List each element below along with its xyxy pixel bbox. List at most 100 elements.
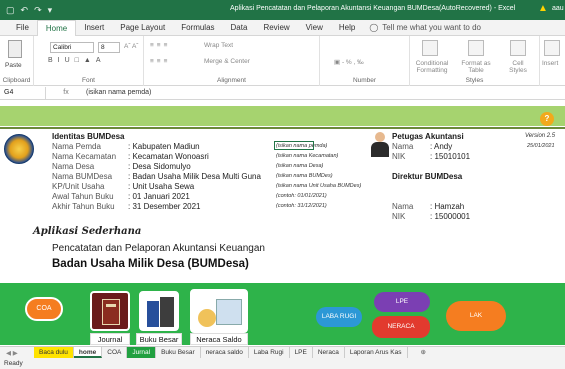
tell-me-text: Tell me what you want to do <box>382 23 481 32</box>
value-nama-kecamatan[interactable]: : Kecamatan Wonoasri <box>128 152 209 161</box>
align-top-icons[interactable]: ≡≡≡ <box>150 42 170 49</box>
neraca-saldo-label[interactable]: Neraca Saldo <box>190 333 248 345</box>
name-box[interactable]: G4 <box>0 86 46 99</box>
alignment-group: ≡≡≡ ≡≡≡ Wrap Text Merge & Center Alignme… <box>144 36 320 86</box>
sheet-tab-coa[interactable]: COA <box>102 347 128 358</box>
sheet-tab-laporan-arus-kas[interactable]: Laporan Arus Kas <box>345 347 408 358</box>
value-nama-desa[interactable]: : Desa Sidomulyo <box>128 162 191 171</box>
tab-help[interactable]: Help <box>331 20 363 36</box>
journal-book-icon <box>102 299 120 325</box>
hint-nama-bumdesa[interactable]: (isikan nama BUMDes) <box>276 173 333 179</box>
label-direktur-nama: Nama <box>392 202 414 211</box>
grow-font-icon[interactable]: Aˆ Aˇ <box>124 43 138 50</box>
sheet-tab-home[interactable]: home <box>73 347 103 358</box>
paste-label[interactable]: Paste <box>5 62 22 69</box>
align-left-icons[interactable]: ≡≡≡ <box>150 58 170 65</box>
format-as-table-label[interactable]: Format as Table <box>458 60 494 74</box>
help-button[interactable]: ? <box>540 112 554 126</box>
lak-button[interactable]: LAK <box>446 301 506 331</box>
hint-akhir-tahun[interactable]: (contoh: 31/12/2021) <box>276 203 327 209</box>
hint-nama-kecamatan[interactable]: (isikan nama Kecamatan) <box>276 153 338 159</box>
sheet-tab-jurnal[interactable]: Jurnal <box>127 347 157 358</box>
neraca-button[interactable]: NERACA <box>372 316 430 338</box>
tab-review[interactable]: Review <box>255 20 297 36</box>
redo-icon[interactable]: ↷ <box>34 5 42 16</box>
neraca-saldo-button[interactable] <box>190 289 248 333</box>
merge-center-button[interactable]: Merge & Center <box>204 58 250 65</box>
cell-styles-label[interactable]: Cell Styles <box>504 60 532 74</box>
sheet-tab-neraca[interactable]: Neraca <box>313 347 345 358</box>
bold-italic-underline-icons[interactable]: BIU□▲A <box>48 57 106 64</box>
insert-cells-icon[interactable] <box>544 40 560 56</box>
undo-icon[interactable]: ↶ <box>21 5 29 16</box>
tab-formulas[interactable]: Formulas <box>173 20 222 36</box>
hint-awal-tahun[interactable]: (contoh: 01/01/2021) <box>276 193 327 199</box>
number-format-icons[interactable]: ▣ - % , ‰ <box>334 58 364 66</box>
coa-button[interactable]: COA <box>25 297 63 321</box>
value-nama-bumdesa[interactable]: : Badan Usaha Milik Desa Multi Guna <box>128 172 261 181</box>
laba-rugi-button[interactable]: LABA RUGI <box>316 307 362 327</box>
lpe-button[interactable]: LPE <box>374 292 430 312</box>
value-petugas-nik[interactable]: : 15010101 <box>430 152 470 161</box>
styles-group: Conditional Formatting Format as Table C… <box>410 36 540 86</box>
value-direktur-nik[interactable]: : 15000001 <box>430 212 470 221</box>
ribbon: Paste Clipboard Calibri 8 Aˆ Aˇ BIU□▲A F… <box>0 36 565 86</box>
paste-icon[interactable] <box>8 40 22 58</box>
window-title: Aplikasi Pencatatan dan Pelaporan Akunta… <box>230 5 516 12</box>
conditional-formatting-label[interactable]: Conditional Formatting <box>412 60 452 74</box>
hint-unit-usaha[interactable]: (isikan nama Unit Usaha BUMDes) <box>276 183 361 189</box>
format-as-table-icon[interactable] <box>468 40 484 56</box>
identitas-heading: Identitas BUMDesa <box>52 132 125 141</box>
sheet-tab-neraca-saldo[interactable]: neraca saldo <box>201 347 249 358</box>
value-akhir-tahun[interactable]: : 31 Desember 2021 <box>128 202 201 211</box>
app-title: Aplikasi Sederhana <box>33 226 142 237</box>
sheet-tab-baca-dulu[interactable]: Baca dulu <box>34 347 74 358</box>
value-direktur-nama[interactable]: : Hamzah <box>430 202 464 211</box>
label-akhir-tahun: Akhir Tahun Buku <box>52 202 115 211</box>
sheet-scroll-arrows-icon[interactable]: ◀ ▶ <box>6 349 34 357</box>
sheet-tab-laba-rugi[interactable]: Laba Rugi <box>249 347 290 358</box>
conditional-formatting-icon[interactable] <box>422 40 438 56</box>
font-name-select[interactable]: Calibri <box>50 42 94 53</box>
tab-home[interactable]: Home <box>36 19 77 36</box>
value-awal-tahun[interactable]: : 01 Januari 2021 <box>128 192 190 201</box>
app-subtitle-1: Pencatatan dan Pelaporan Akuntansi Keuan… <box>52 243 265 254</box>
font-size-select[interactable]: 8 <box>98 42 120 53</box>
label-petugas-nik: NIK <box>392 152 406 161</box>
user-name[interactable]: aau <box>552 5 564 12</box>
add-sheet-icon[interactable]: ⊕ <box>416 347 431 358</box>
tab-insert[interactable]: Insert <box>76 20 112 36</box>
group-label-alignment: Alignment <box>217 77 246 84</box>
fx-icon[interactable]: fx <box>46 89 86 96</box>
label-petugas-nama: Nama <box>392 142 414 151</box>
insert-cells-label[interactable]: Insert <box>542 60 558 67</box>
tab-page-layout[interactable]: Page Layout <box>112 20 173 36</box>
formula-input[interactable]: (isikan nama pemda) <box>86 89 151 96</box>
label-nama-kecamatan: Nama Kecamatan <box>52 152 117 161</box>
buku-besar-button[interactable] <box>139 291 179 331</box>
wrap-text-button[interactable]: Wrap Text <box>204 42 233 49</box>
status-bar: Ready <box>0 358 565 369</box>
sheet-tab-buku-besar[interactable]: Buku Besar <box>156 347 201 358</box>
group-label-font: Font <box>81 77 95 84</box>
value-nama-pemda[interactable]: : Kabupaten Madiun <box>128 142 200 151</box>
petugas-heading: Petugas Akuntansi <box>392 132 464 141</box>
save-icon[interactable]: ▢ <box>6 5 15 16</box>
journal-button[interactable] <box>90 291 130 331</box>
header-divider <box>0 127 565 129</box>
value-petugas-nama[interactable]: : Andy <box>430 142 452 151</box>
value-unit-usaha[interactable]: : Unit Usaha Sewa <box>128 182 194 191</box>
hint-nama-desa[interactable]: (isikan nama Desa) <box>276 163 323 169</box>
cell-styles-icon[interactable] <box>510 40 526 56</box>
sheet-tab-lpe[interactable]: LPE <box>290 347 313 358</box>
tab-view[interactable]: View <box>298 20 331 36</box>
warning-icon[interactable]: ▲ <box>538 3 548 14</box>
tab-data[interactable]: Data <box>223 20 256 36</box>
buku-besar-label[interactable]: Buku Besar <box>136 333 182 345</box>
label-nama-desa: Nama Desa <box>52 162 95 171</box>
tell-me-box[interactable]: ◯ Tell me what you want to do <box>369 23 481 32</box>
selected-cell-g4[interactable] <box>274 141 314 150</box>
tab-file[interactable]: File <box>8 20 37 36</box>
journal-label[interactable]: Journal <box>90 333 130 345</box>
customize-qat-icon[interactable]: ▾ <box>48 5 53 16</box>
